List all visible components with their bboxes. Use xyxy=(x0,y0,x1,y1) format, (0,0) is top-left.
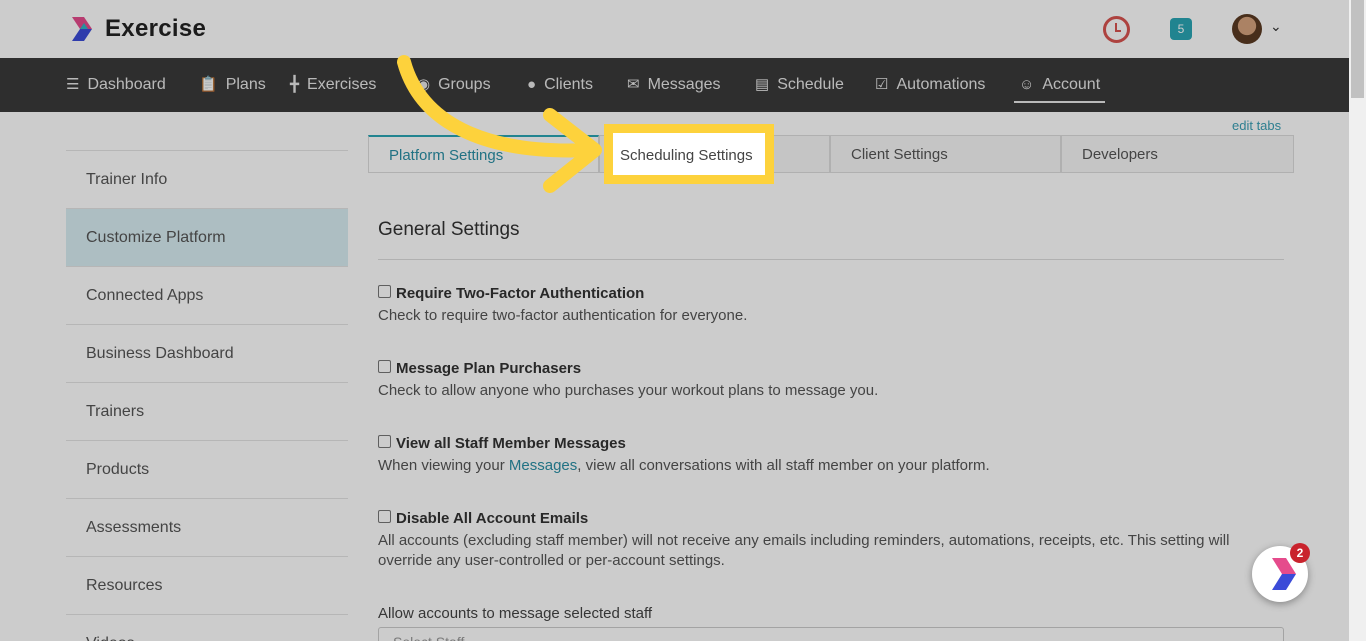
top-header: Exercise 5 ⌄ xyxy=(0,0,1349,58)
nav-item-schedule[interactable]: ▤ Schedule xyxy=(755,58,844,112)
setting-message-purchasers: Message Plan Purchasers Check to allow a… xyxy=(378,360,1284,401)
view-staff-messages-checkbox[interactable] xyxy=(378,435,391,448)
nav-item-dashboard[interactable]: ☰ Dashboard xyxy=(66,58,166,112)
disable-emails-checkbox[interactable] xyxy=(378,510,391,523)
clock-icon[interactable] xyxy=(1103,16,1130,43)
nav-item-account[interactable]: ☺ Account xyxy=(1013,58,1106,112)
sidebar-item-trainer-info[interactable]: Trainer Info xyxy=(66,150,348,208)
desc-text: When viewing your xyxy=(378,457,509,474)
sidebar-item-assessments[interactable]: Assessments xyxy=(66,498,348,556)
tab-client-settings[interactable]: Client Settings xyxy=(830,135,1061,173)
edit-tabs-link[interactable]: edit tabs xyxy=(1232,118,1281,133)
setting-disable-emails: Disable All Account Emails All accounts … xyxy=(378,510,1284,571)
user-circle-icon: ☺ xyxy=(1019,76,1035,93)
section-divider xyxy=(378,259,1284,260)
staff-select-label: Allow accounts to message selected staff xyxy=(378,605,653,622)
account-sidebar: Trainer Info Customize Platform Connecte… xyxy=(66,150,348,641)
chevron-down-icon[interactable]: ⌄ xyxy=(1270,18,1282,35)
nav-item-automations[interactable]: ☑ Automations xyxy=(875,58,985,112)
nav-label: Schedule xyxy=(777,76,844,93)
sidebar-item-business-dashboard[interactable]: Business Dashboard xyxy=(66,324,348,382)
brand-name[interactable]: Exercise xyxy=(105,15,206,43)
highlight-label[interactable]: Scheduling Settings xyxy=(620,147,753,164)
list-icon: ☰ xyxy=(66,76,80,93)
sidebar-item-customize-platform[interactable]: Customize Platform xyxy=(66,208,348,266)
nav-label: Dashboard xyxy=(87,76,166,93)
nav-item-messages[interactable]: ✉ Messages xyxy=(627,58,721,112)
nav-item-exercises[interactable]: ╋ Exercises xyxy=(290,58,376,112)
check-square-icon: ☑ xyxy=(875,76,889,93)
setting-description: When viewing your Messages, view all con… xyxy=(378,456,1284,476)
setting-view-staff-messages: View all Staff Member Messages When view… xyxy=(378,435,1284,476)
setting-title: View all Staff Member Messages xyxy=(396,435,626,452)
notification-badge[interactable]: 5 xyxy=(1170,18,1192,40)
setting-title: Require Two-Factor Authentication xyxy=(396,285,645,302)
main-nav: ☰ Dashboard 📋 Plans ╋ Exercises ◉ Groups ● Cl… xyxy=(0,58,1349,112)
avatar[interactable] xyxy=(1232,14,1262,44)
nav-label: Plans xyxy=(225,76,266,93)
section-title: General Settings xyxy=(378,219,520,240)
desc-text: , view all conversations with all staff … xyxy=(577,457,990,474)
message-purchasers-checkbox[interactable] xyxy=(378,360,391,373)
tutorial-arrow-icon xyxy=(397,55,602,193)
nav-item-plans[interactable]: 📋 Plans xyxy=(199,58,266,112)
two-factor-checkbox[interactable] xyxy=(378,285,391,298)
sidebar-item-resources[interactable]: Resources xyxy=(66,556,348,614)
tab-developers[interactable]: Developers xyxy=(1061,135,1294,173)
setting-two-factor: Require Two-Factor Authentication Check … xyxy=(378,285,1284,326)
clipboard-icon: 📋 xyxy=(199,76,218,93)
nav-label: Messages xyxy=(647,76,721,93)
scrollbar-thumb[interactable] xyxy=(1351,0,1364,98)
book-icon: ▤ xyxy=(755,76,770,93)
sidebar-item-products[interactable]: Products xyxy=(66,440,348,498)
nav-label: Automations xyxy=(896,76,986,93)
messages-link[interactable]: Messages xyxy=(509,457,577,474)
sidebar-item-videos[interactable]: Videos xyxy=(66,614,348,641)
nav-label: Account xyxy=(1042,76,1101,93)
dumbbell-icon: ╋ xyxy=(290,76,300,93)
nav-label: Exercises xyxy=(307,76,377,93)
app-logo-icon[interactable] xyxy=(68,15,96,43)
setting-description: Check to allow anyone who purchases your… xyxy=(378,382,879,399)
setting-title: Message Plan Purchasers xyxy=(396,360,582,377)
sidebar-item-connected-apps[interactable]: Connected Apps xyxy=(66,266,348,324)
setting-description: All accounts (excluding staff member) wi… xyxy=(378,532,1230,569)
staff-select[interactable]: Select Staff xyxy=(378,627,1284,641)
setting-title: Disable All Account Emails xyxy=(396,510,589,527)
setting-description: Check to require two-factor authenticati… xyxy=(378,307,748,324)
widget-badge: 2 xyxy=(1290,543,1310,563)
sidebar-item-trainers[interactable]: Trainers xyxy=(66,382,348,440)
